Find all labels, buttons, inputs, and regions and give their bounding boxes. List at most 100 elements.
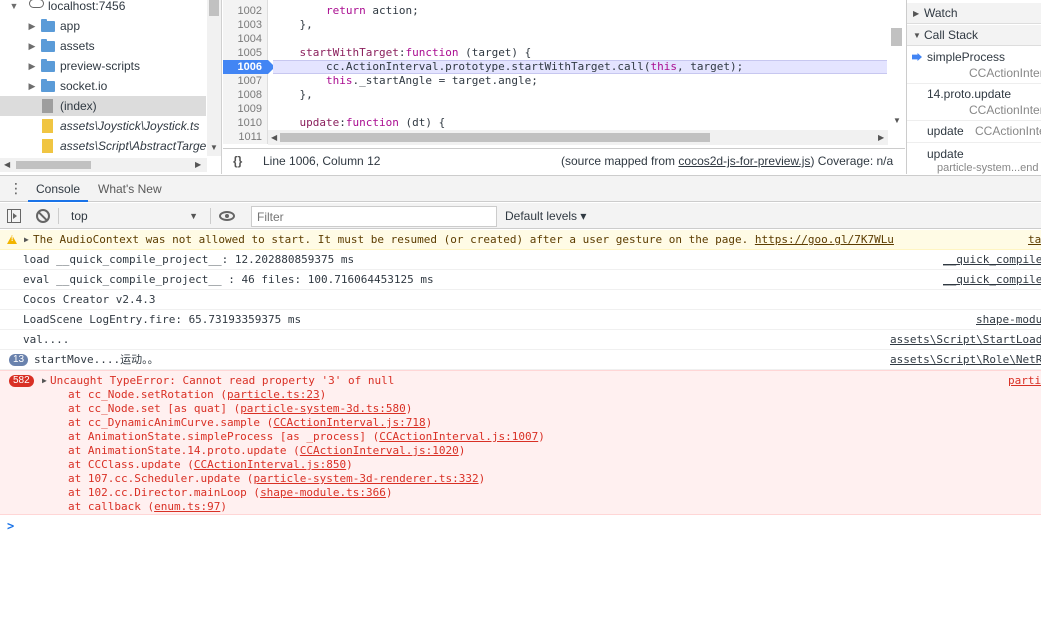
chevron-down-icon[interactable]: ▼: [9, 0, 19, 16]
scrollbar-thumb[interactable]: [280, 133, 710, 142]
line-number[interactable]: 1011: [223, 130, 268, 144]
tree-item-joystick[interactable]: assets\Joystick\Joystick.ts: [0, 116, 206, 136]
stack-frame-link[interactable]: particle-system-3d.ts:580: [240, 402, 406, 415]
filter-input[interactable]: [251, 206, 497, 227]
expand-triangle-icon[interactable]: ▶: [24, 230, 29, 249]
line-number[interactable]: 1010: [223, 116, 268, 130]
code-editor[interactable]: 1002 1003 1004 1005 1006 1007 1008 1009 …: [223, 0, 905, 174]
console-log-message[interactable]: load __quick_compile_project__: 12.20288…: [0, 250, 1041, 270]
call-frame[interactable]: 14.proto.update CCActionInter: [907, 84, 1041, 121]
call-frame-function: update: [927, 147, 964, 161]
file-icon: [42, 99, 53, 113]
chevron-right-icon[interactable]: ▶: [27, 16, 37, 36]
line-number[interactable]: 1007: [223, 74, 268, 88]
tree-item-app[interactable]: ▶ app: [0, 16, 206, 36]
stack-frame-link[interactable]: particle-system-3d-renderer.ts:332: [253, 472, 478, 485]
warning-text: The AudioContext was not allowed to star…: [33, 233, 755, 246]
editor-vertical-scrollbar[interactable]: ▼: [888, 0, 905, 130]
editor-horizontal-scrollbar[interactable]: ◀ ▶: [268, 130, 888, 145]
dropdown-arrow-icon: ▼: [189, 211, 198, 221]
scroll-left-arrow-icon[interactable]: ◀: [4, 160, 10, 169]
log-levels-select[interactable]: Default levels ▾: [505, 206, 586, 226]
message-source-link[interactable]: parti: [1008, 374, 1041, 388]
clear-console-icon[interactable]: [36, 209, 50, 223]
console-log-message[interactable]: eval __quick_compile_project__ : 46 file…: [0, 270, 1041, 290]
tree-item-socket-io[interactable]: ▶ socket.io: [0, 76, 206, 96]
scrollbar-thumb[interactable]: [16, 161, 91, 169]
line-number[interactable]: 1004: [223, 32, 268, 46]
call-frame-file: particle-system...end: [937, 162, 1039, 174]
callstack-section-header[interactable]: ▼ Call Stack: [907, 25, 1041, 46]
tree-item-origin[interactable]: ▼ localhost:7456: [0, 0, 206, 16]
sources-panel: ▼ localhost:7456 ▶ app ▶ assets ▶ previe…: [0, 0, 1041, 174]
navigator-vertical-scrollbar[interactable]: [207, 0, 221, 156]
stack-frame-link[interactable]: shape-module.ts:366: [260, 486, 386, 499]
chevron-right-icon[interactable]: ▶: [27, 36, 37, 56]
message-source-link[interactable]: assets\Script\StartLoad: [890, 330, 1041, 349]
console-error-message[interactable]: 582 ▶ Uncaught TypeError: Cannot read pr…: [0, 370, 1041, 515]
message-source-link[interactable]: __quick_compile: [943, 270, 1041, 289]
more-options-icon[interactable]: ⋮: [9, 179, 23, 197]
call-frame[interactable]: update CCActionInte: [907, 121, 1041, 143]
call-frame-function: update: [927, 124, 964, 138]
scroll-right-arrow-icon[interactable]: ▶: [878, 133, 884, 142]
stack-frame-link[interactable]: CCActionInterval.js:1007: [379, 430, 538, 443]
pretty-print-button[interactable]: {}: [233, 149, 242, 174]
scroll-right-arrow-icon[interactable]: ▶: [195, 160, 201, 169]
message-source-link[interactable]: ta: [1028, 230, 1041, 249]
line-number[interactable]: 1002: [223, 4, 268, 18]
console-log-message[interactable]: val.... assets\Script\StartLoad: [0, 330, 1041, 350]
message-text: The AudioContext was not allowed to star…: [33, 230, 894, 249]
watch-section-header[interactable]: ▶ Watch: [907, 3, 1041, 24]
message-source-link[interactable]: __quick_compile: [943, 250, 1041, 269]
stack-trace-line: at 102.cc.Director.mainLoop (shape-modul…: [68, 486, 393, 500]
breakpoint-line-number[interactable]: 1006: [223, 60, 275, 74]
tab-whats-new[interactable]: What's New: [90, 176, 170, 202]
stack-frame-link[interactable]: CCActionInterval.js:718: [273, 416, 425, 429]
tab-console[interactable]: Console: [28, 176, 89, 202]
tree-item-index[interactable]: (index): [0, 96, 206, 116]
warning-link[interactable]: https://goo.gl/7K7WLu: [755, 233, 894, 246]
source-map-suffix: ): [810, 154, 815, 168]
keyword-token: function: [405, 46, 459, 59]
line-number[interactable]: 1003: [223, 18, 268, 32]
error-message-text: Uncaught TypeError: Cannot read property…: [50, 374, 395, 387]
message-source-link[interactable]: assets\Script\Role\NetR: [890, 350, 1041, 369]
console-warning-message[interactable]: ▶ The AudioContext was not allowed to st…: [0, 230, 1041, 250]
tree-item-label: preview-scripts: [60, 59, 141, 73]
execution-context-select[interactable]: top ▼: [64, 206, 204, 226]
tree-item-abstract-target[interactable]: assets\Script\AbstractTarget: [0, 136, 206, 156]
stack-frame-link[interactable]: particle.ts:23: [227, 388, 320, 401]
line-number-gutter[interactable]: 1002 1003 1004 1005 1006 1007 1008 1009 …: [223, 0, 275, 144]
scroll-down-arrow-icon[interactable]: ▼: [893, 116, 901, 125]
message-source-link[interactable]: shape-modu: [976, 310, 1041, 329]
toolbar-divider: [58, 208, 59, 224]
line-number[interactable]: 1005: [223, 46, 268, 60]
console-prompt[interactable]: >: [7, 519, 14, 533]
line-number[interactable]: 1009: [223, 102, 268, 116]
console-log-message[interactable]: LoadScene LogEntry.fire: 65.73193359375 …: [0, 310, 1041, 330]
line-number[interactable]: 1008: [223, 88, 268, 102]
scrollbar-thumb[interactable]: [209, 0, 219, 16]
sidebar-toggle-icon[interactable]: [7, 209, 21, 223]
call-frame[interactable]: simpleProcess CCActionInter: [907, 47, 1041, 84]
stack-frame-link[interactable]: CCActionInterval.js:1020: [300, 444, 459, 457]
tree-item-preview-scripts[interactable]: ▶ preview-scripts: [0, 56, 206, 76]
code-line: },: [273, 18, 313, 31]
stack-frame-link[interactable]: enum.ts:97: [154, 500, 220, 513]
scroll-left-arrow-icon[interactable]: ◀: [271, 133, 277, 142]
tree-item-assets[interactable]: ▶ assets: [0, 36, 206, 56]
call-frame[interactable]: update particle-system...end: [907, 143, 1041, 174]
expand-triangle-icon[interactable]: ▶: [42, 374, 47, 388]
stack-frame-link[interactable]: CCActionInterval.js:850: [194, 458, 346, 471]
chevron-right-icon[interactable]: ▶: [27, 56, 37, 76]
stack-frame-text: at 107.cc.Scheduler.update (: [68, 472, 254, 485]
console-log-message[interactable]: 13 startMove....运动。。 assets\Script\Role\…: [0, 350, 1041, 370]
source-map-link[interactable]: cocos2d-js-for-preview.js: [678, 154, 810, 168]
console-log-message[interactable]: Cocos Creator v2.4.3: [0, 290, 1041, 310]
scroll-down-arrow-icon[interactable]: ▼: [210, 143, 218, 152]
chevron-right-icon[interactable]: ▶: [27, 76, 37, 96]
scrollbar-thumb[interactable]: [891, 28, 902, 46]
navigator-horizontal-scrollbar[interactable]: ◀ ▶: [0, 158, 207, 172]
eye-icon[interactable]: [219, 211, 235, 221]
